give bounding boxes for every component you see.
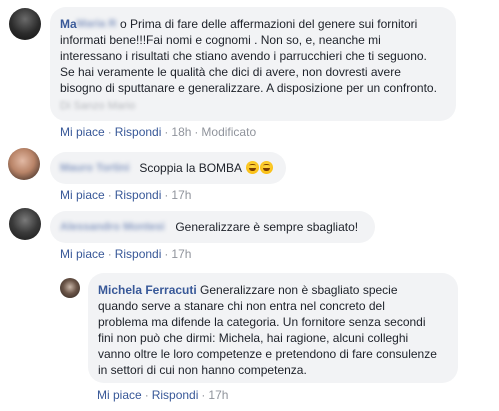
author-name-redacted[interactable]: Mauro Tortini bbox=[60, 160, 136, 176]
comment-actions: Mi piace · Rispondi · 17h bbox=[60, 247, 191, 261]
avatar[interactable] bbox=[9, 208, 41, 240]
reply-link[interactable]: Rispondi bbox=[115, 125, 162, 139]
author-name[interactable]: Ma bbox=[60, 17, 77, 31]
comment-text-line: problema ma difende la categoria. Un for… bbox=[98, 315, 426, 329]
avatar[interactable] bbox=[60, 278, 80, 298]
grinning-sweat-emoji bbox=[245, 161, 259, 174]
timestamp[interactable]: 17h bbox=[171, 188, 191, 202]
separator: · bbox=[107, 188, 112, 202]
avatar[interactable] bbox=[9, 8, 41, 40]
comment-text: Generalizzare è sempre sbagliato! bbox=[175, 220, 359, 234]
separator: · bbox=[164, 125, 169, 139]
comment-author[interactable]: MaMaria Rossi bbox=[60, 17, 120, 31]
comment-text: Scoppia la BOMBA bbox=[139, 161, 242, 175]
separator: · bbox=[107, 247, 112, 261]
author-name-redacted: Maria Rossi bbox=[76, 18, 117, 30]
like-link[interactable]: Mi piace bbox=[60, 247, 105, 261]
separator: · bbox=[164, 247, 169, 261]
comment-bubble: Mauro Tortini Scoppia la BOMBA bbox=[50, 152, 286, 184]
like-link[interactable]: Mi piace bbox=[60, 125, 105, 139]
comment-text-line: vanno oltre le loro competenze e pretend… bbox=[98, 347, 437, 361]
comment-actions: Mi piace · Rispondi · 17h bbox=[97, 388, 228, 402]
like-link[interactable]: Mi piace bbox=[97, 388, 142, 402]
timestamp[interactable]: 18h bbox=[171, 125, 191, 139]
reply-link[interactable]: Rispondi bbox=[115, 247, 162, 261]
separator: · bbox=[144, 388, 149, 402]
grinning-sweat-emoji bbox=[259, 161, 273, 174]
timestamp[interactable]: 17h bbox=[171, 247, 191, 261]
comment-bubble: MaMaria Rossi o Prima di fare delle affe… bbox=[50, 7, 456, 121]
separator: · bbox=[107, 125, 112, 139]
comment-text-line: informati bene!!!Fai nomi e cognomi . No… bbox=[60, 33, 381, 47]
separator: · bbox=[194, 125, 199, 139]
edited-label[interactable]: Modificato bbox=[201, 125, 256, 139]
comment-text-line: in settori di cui non hanno competenza. bbox=[98, 363, 307, 377]
like-link[interactable]: Mi piace bbox=[60, 188, 105, 202]
comment-bubble: Alessandro Montesi Generalizzare è sempr… bbox=[50, 211, 375, 243]
reply-link[interactable]: Rispondi bbox=[152, 388, 199, 402]
comment-text: o Prima di fare delle affermazioni del g… bbox=[120, 17, 418, 31]
reply-bubble: Michela Ferracuti Generalizzare non è sb… bbox=[88, 273, 458, 383]
separator: · bbox=[201, 388, 206, 402]
author-name-redacted[interactable]: Alessandro Montesi bbox=[60, 219, 172, 235]
comment-text-line: fini non può che dirmi: Michela, hai rag… bbox=[98, 331, 409, 345]
comment-text-line: bisogno di sputtanare e generalizzare. A… bbox=[60, 81, 437, 95]
avatar[interactable] bbox=[8, 148, 40, 180]
timestamp[interactable]: 17h bbox=[208, 388, 228, 402]
author-name[interactable]: Michela Ferracuti bbox=[98, 283, 197, 297]
comment-text-line: interessano i risultati che stiano avend… bbox=[60, 49, 427, 63]
comment-text-line: Se hai veramente le qualità che dici di … bbox=[60, 65, 401, 79]
comment-text-line: quando serve a stanare chi non entra nel… bbox=[98, 299, 385, 313]
separator: · bbox=[164, 188, 169, 202]
redacted-line: Di Sanzo Mario bbox=[60, 100, 136, 112]
comment-actions: Mi piace · Rispondi · 17h bbox=[60, 188, 191, 202]
comment-text: Generalizzare non è sbagliato specie bbox=[200, 283, 398, 297]
comment-actions: Mi piace · Rispondi · 18h · Modificato bbox=[60, 125, 256, 139]
reply-link[interactable]: Rispondi bbox=[115, 188, 162, 202]
